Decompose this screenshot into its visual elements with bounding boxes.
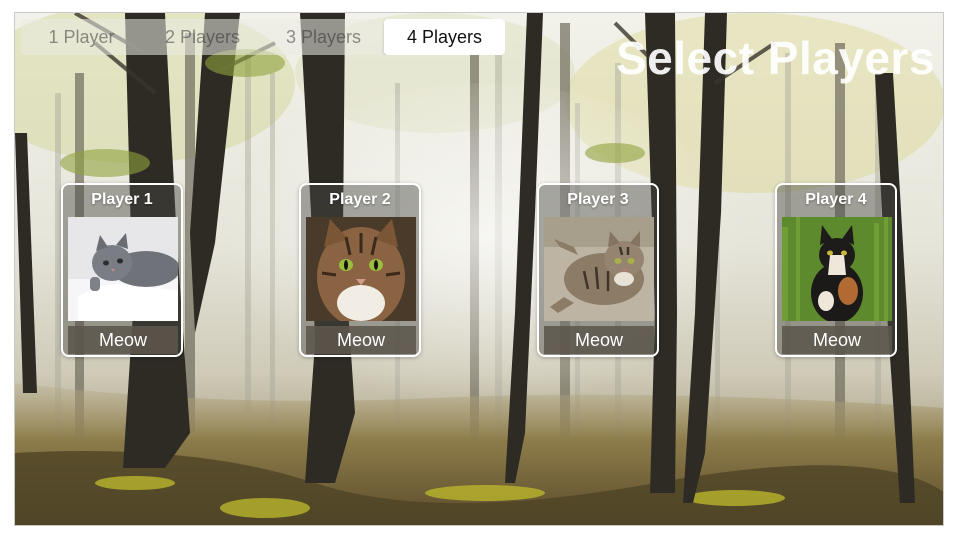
tabby-lying-cat-photo bbox=[544, 217, 654, 321]
player-card-2[interactable]: Player 2 Meow bbox=[299, 183, 421, 357]
segment-4-players[interactable]: 4 Players bbox=[384, 19, 505, 55]
player-card-1[interactable]: Player 1 Meow bbox=[61, 183, 183, 357]
meow-button[interactable]: Meow bbox=[544, 326, 654, 354]
meow-button[interactable]: Meow bbox=[68, 326, 178, 354]
page-title: Select Players bbox=[615, 32, 935, 84]
segment-2-players[interactable]: 2 Players bbox=[142, 19, 263, 55]
meow-button[interactable]: Meow bbox=[782, 326, 892, 354]
gray-kitten-photo bbox=[68, 217, 178, 321]
meow-button[interactable]: Meow bbox=[306, 326, 416, 354]
tortoiseshell-cat-photo bbox=[782, 217, 892, 321]
game-window: 1 Player 2 Players 3 Players 4 Players S… bbox=[14, 12, 944, 526]
player-card-3[interactable]: Player 3 Meow bbox=[537, 183, 659, 357]
player-label: Player 4 bbox=[805, 191, 867, 208]
player-card-4[interactable]: Player 4 Meow bbox=[775, 183, 897, 357]
segment-3-players[interactable]: 3 Players bbox=[263, 19, 384, 55]
player-count-segmented-control: 1 Player 2 Players 3 Players 4 Players bbox=[21, 19, 505, 55]
tabby-cat-photo bbox=[306, 217, 416, 321]
player-label: Player 1 bbox=[91, 191, 153, 208]
segment-1-player[interactable]: 1 Player bbox=[21, 19, 142, 55]
player-label: Player 3 bbox=[567, 191, 629, 208]
player-label: Player 2 bbox=[329, 191, 391, 208]
